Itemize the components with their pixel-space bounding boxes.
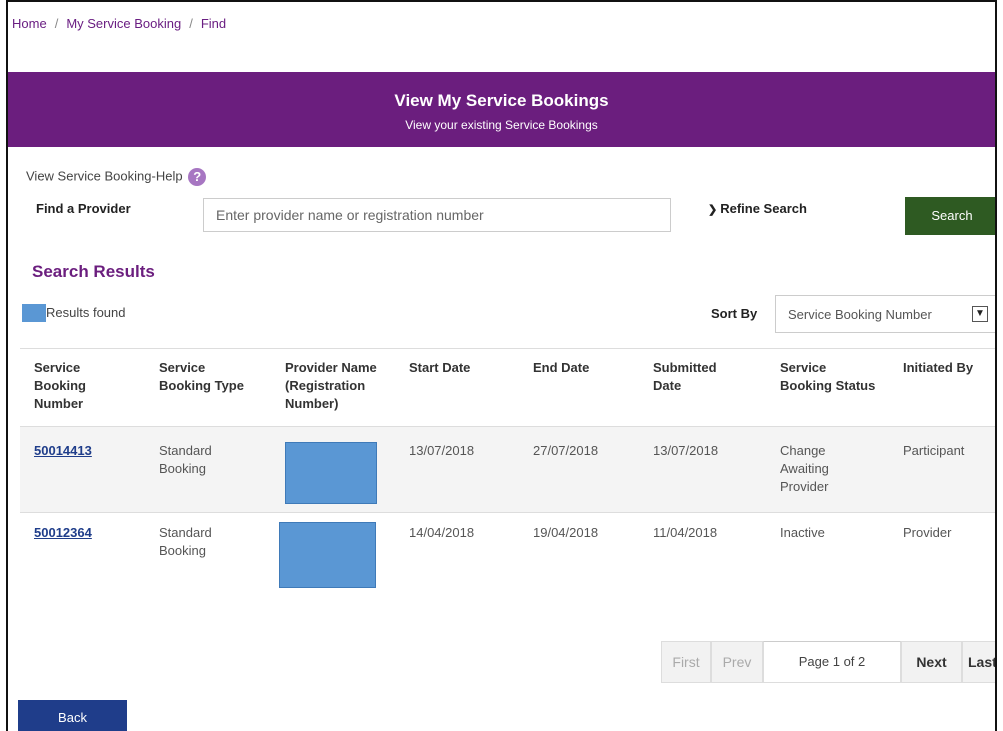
table-divider <box>20 348 995 349</box>
cell-booking-status: Inactive <box>780 525 825 540</box>
breadcrumb-home[interactable]: Home <box>12 16 47 31</box>
breadcrumb-section[interactable]: My Service Booking <box>66 16 181 31</box>
header-start-date[interactable]: Start Date <box>409 359 470 377</box>
pagination-prev-button: Prev <box>711 641 763 683</box>
breadcrumb-separator: / <box>189 16 193 31</box>
page-frame: Home / My Service Booking / Find View My Ser… <box>6 0 997 731</box>
help-icon[interactable]: ? <box>188 168 207 186</box>
select-arrow-icon: ▼ <box>972 306 988 322</box>
cell-start-date: 14/04/2018 <box>409 525 475 540</box>
sort-by-label: Sort By <box>711 306 758 321</box>
breadcrumb: Home / My Service Booking / Find <box>12 16 226 31</box>
table-divider <box>20 512 995 513</box>
breadcrumb-current: Find <box>200 16 227 31</box>
cell-start-date: 13/07/2018 <box>409 443 475 458</box>
cell-booking-number: 50014413 <box>34 442 92 460</box>
pagination-next-button[interactable]: Next <box>901 641 962 683</box>
header-initiated-by[interactable]: Initiated By <box>903 359 973 377</box>
header-service-booking-number[interactable]: Service Booking Number <box>34 359 86 413</box>
provider-name-redaction <box>285 442 377 504</box>
sort-by-select[interactable]: Service Booking Number ▼ <box>775 295 995 333</box>
page-title: View My Service Bookings <box>394 91 609 110</box>
header-provider-name[interactable]: Provider Name (Registration Number) <box>285 359 377 413</box>
cell-initiated-by: Participant <box>903 443 965 458</box>
help-link[interactable]: View Service Booking-Help ? <box>26 168 207 186</box>
provider-name-redaction <box>279 522 376 588</box>
results-found-label: Results found <box>46 305 126 320</box>
refine-search-label: Refine Search <box>720 201 807 216</box>
cell-booking-status: Change Awaiting Provider <box>780 443 829 494</box>
results-count-redaction <box>22 304 46 322</box>
pagination-page-indicator: Page 1 of 2 <box>763 641 901 683</box>
find-provider-label: Find a Provider <box>36 201 131 216</box>
header-service-booking-type[interactable]: Service Booking Type <box>159 359 244 395</box>
pagination-first-button: First <box>661 641 711 683</box>
header-submitted-date[interactable]: Submitted Date <box>653 359 717 395</box>
search-results-heading: Search Results <box>32 262 155 281</box>
provider-search-input[interactable] <box>203 198 671 232</box>
cell-booking-number: 50012364 <box>34 524 92 542</box>
header-end-date[interactable]: End Date <box>533 359 589 377</box>
cell-submitted-date: 11/04/2018 <box>653 525 718 540</box>
search-button[interactable]: Search <box>905 197 995 235</box>
page-subtitle: View your existing Service Bookings <box>405 118 598 132</box>
cell-submitted-date: 13/07/2018 <box>653 443 719 458</box>
cell-end-date: 19/04/2018 <box>533 525 599 540</box>
cell-booking-type: Standard Booking <box>159 443 212 476</box>
pagination-last-button[interactable]: Last <box>962 641 995 683</box>
chevron-down-icon: ❯ <box>708 204 718 216</box>
cell-booking-type: Standard Booking <box>159 525 212 558</box>
breadcrumb-separator: / <box>54 16 59 31</box>
refine-search-toggle[interactable]: ❯ Refine Search <box>708 201 807 216</box>
page-banner: View My Service Bookings View your exist… <box>8 72 995 147</box>
cell-end-date: 27/07/2018 <box>533 443 599 458</box>
booking-number-link[interactable]: 50012364 <box>34 525 92 540</box>
help-label: View Service Booking-Help <box>26 168 183 184</box>
booking-number-link[interactable]: 50014413 <box>34 443 92 458</box>
header-service-booking-status[interactable]: Service Booking Status <box>780 359 875 395</box>
back-button[interactable]: Back <box>18 700 127 731</box>
sort-by-value: Service Booking Number <box>788 307 932 322</box>
cell-initiated-by: Provider <box>903 525 952 540</box>
